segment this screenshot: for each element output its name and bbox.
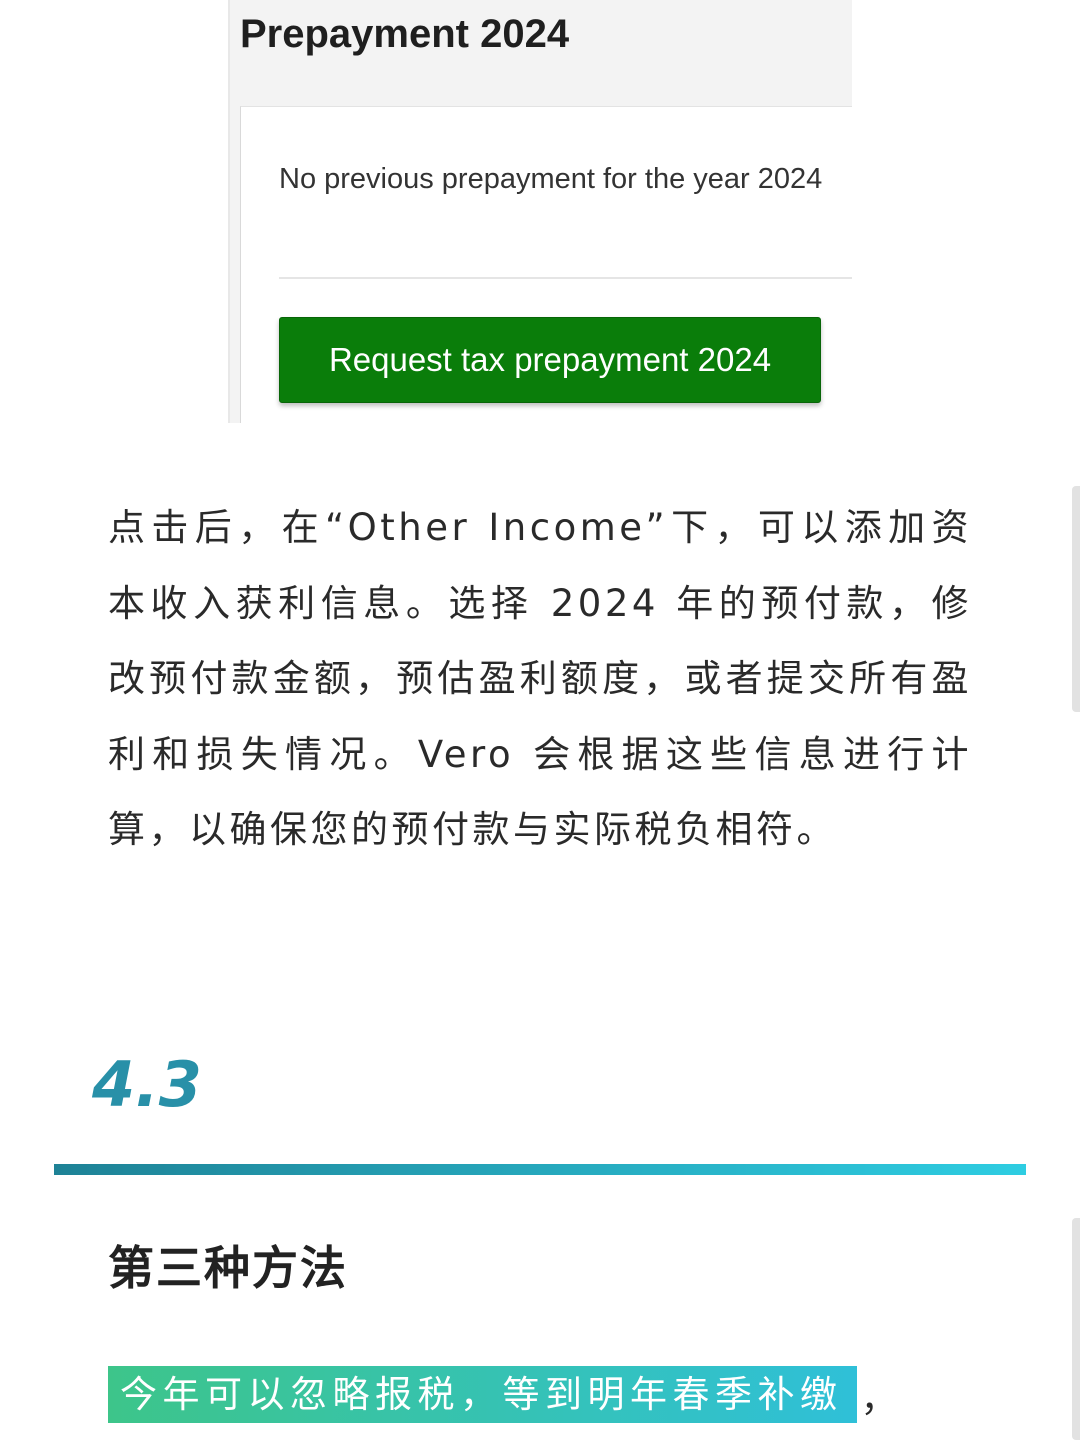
embedded-screenshot: Prepayment 2024 No previous prepayment f…	[228, 0, 852, 423]
no-prepayment-notice: No previous prepayment for the year 2024	[279, 163, 823, 195]
scrollbar-thumb-lower[interactable]	[1072, 1218, 1080, 1440]
section-number: 4.3	[92, 1048, 202, 1121]
section-heading: 第三种方法	[108, 1241, 348, 1295]
prepayment-title: Prepayment 2024	[240, 12, 570, 56]
highlight-tail-punctuation: ，	[860, 1376, 898, 1420]
request-prepayment-button[interactable]: Request tax prepayment 2024	[279, 317, 821, 403]
prepayment-panel: No previous prepayment for the year 2024…	[240, 106, 852, 423]
page: Prepayment 2024 No previous prepayment f…	[0, 0, 1080, 1440]
screenshot-border	[228, 0, 230, 423]
article-paragraph: 点击后，在“Other Income”下，可以添加资本收入获利信息。选择 202…	[108, 506, 972, 851]
highlighted-text: 今年可以忽略报税，等到明年春季补缴	[108, 1366, 857, 1423]
scrollbar-thumb[interactable]	[1072, 486, 1080, 712]
section-divider	[54, 1164, 1026, 1175]
highlight-sentence: 今年可以忽略报税，等到明年春季补缴，	[108, 1366, 898, 1423]
panel-divider	[279, 277, 852, 279]
